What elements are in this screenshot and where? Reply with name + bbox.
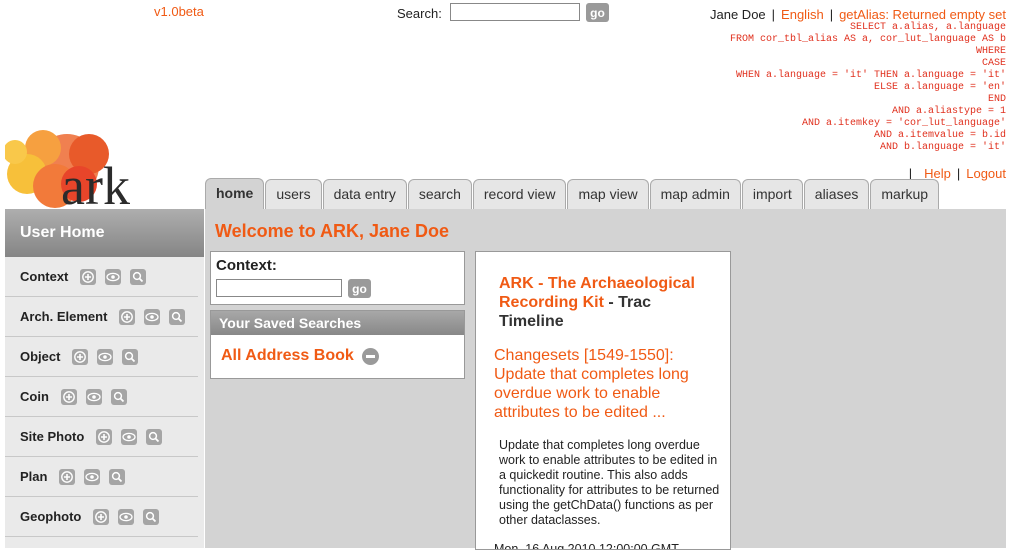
tab-aliases[interactable]: aliases <box>803 179 870 209</box>
separator: | <box>829 7 834 22</box>
tab-users[interactable]: users <box>265 179 322 209</box>
view-icon[interactable] <box>105 268 122 285</box>
saved-search-item: All Address Book <box>221 347 379 365</box>
search-icon[interactable] <box>110 388 127 405</box>
search-input[interactable] <box>450 3 580 21</box>
welcome-heading: Welcome to ARK, Jane Doe <box>215 221 450 241</box>
sidebar-item-object: Object <box>5 337 198 377</box>
add-icon[interactable] <box>59 468 76 485</box>
saved-searches-panel: Your Saved Searches All Address Book <box>210 310 465 379</box>
tab-map-view[interactable]: map view <box>567 179 649 209</box>
add-icon[interactable] <box>72 348 89 365</box>
add-icon[interactable] <box>93 508 110 525</box>
search-icon[interactable] <box>122 348 139 365</box>
sidebar-item-site-photo: Site Photo <box>5 417 198 457</box>
logout-link[interactable]: Logout <box>966 166 1006 181</box>
user-bar: Jane Doe | English | getAlias: Returned empt… <box>710 7 1006 22</box>
sidebar-item-label: Arch. Element <box>20 309 108 324</box>
context-panel: Context: go <box>210 251 465 305</box>
remove-icon[interactable] <box>361 347 379 365</box>
logo-text: ark <box>61 156 130 208</box>
sidebar-item-label: Geophoto <box>20 509 82 524</box>
add-icon[interactable] <box>80 268 97 285</box>
sidebar-item-label: Coin <box>20 389 49 404</box>
sidebar-item-arch-element: Arch. Element <box>5 297 198 337</box>
sidebar-item-label: Plan <box>20 469 48 484</box>
view-icon[interactable] <box>144 308 161 325</box>
language-link[interactable]: English <box>781 7 824 22</box>
user-name: Jane Doe <box>710 7 766 22</box>
changeset-link[interactable]: Changesets [1549-1550]: Update that comp… <box>494 346 714 422</box>
sidebar-item-plan: Plan <box>5 457 198 497</box>
context-label: Context: <box>216 257 277 274</box>
ark-logo: ark <box>3 128 195 216</box>
add-icon[interactable] <box>119 308 136 325</box>
trac-timeline-panel: ARK - The Archaeological Recording Kit -… <box>475 251 731 550</box>
tab-record-view[interactable]: record view <box>472 179 567 209</box>
trac-link[interactable]: ARK - The Archaeological Recording Kit <box>499 275 695 311</box>
search-icon[interactable] <box>146 428 163 445</box>
tab-import[interactable]: import <box>741 179 803 209</box>
search-go-button[interactable]: go <box>586 3 609 22</box>
saved-search-link[interactable]: All Address Book <box>221 347 354 365</box>
version-label: v1.0beta <box>154 4 204 19</box>
sidebar-title: User Home <box>5 209 204 257</box>
main-content: Welcome to ARK, Jane Doe Context: go You… <box>205 209 1006 550</box>
alias-message: getAlias: Returned empty set <box>839 7 1006 22</box>
main-tabs: home users data entry search record view… <box>205 178 940 209</box>
sidebar-item-label: Object <box>20 349 61 364</box>
sidebar-item-geophoto: Geophoto <box>5 497 198 537</box>
tab-markup[interactable]: markup <box>870 179 940 209</box>
context-input[interactable] <box>216 279 342 297</box>
add-icon[interactable] <box>96 428 113 445</box>
separator: | <box>956 166 961 181</box>
sql-debug-text: SELECT a.alias, a.language FROM cor_tbl_… <box>729 22 1006 153</box>
tab-home[interactable]: home <box>205 178 265 209</box>
saved-searches-title: Your Saved Searches <box>211 311 464 335</box>
sidebar-item-coin: Coin <box>5 377 198 417</box>
sidebar-item-label: Context <box>20 269 69 284</box>
search-icon[interactable] <box>130 268 147 285</box>
view-icon[interactable] <box>97 348 114 365</box>
search-icon[interactable] <box>169 308 186 325</box>
add-icon[interactable] <box>60 388 77 405</box>
separator: | <box>771 7 776 22</box>
search-label: Search: <box>397 6 442 21</box>
view-icon[interactable] <box>85 388 102 405</box>
sidebar-item-label: Site Photo <box>20 429 85 444</box>
sidebar: User Home Context Arch. Element Object C… <box>5 209 204 548</box>
tab-search[interactable]: search <box>407 179 472 209</box>
changeset-description: Update that completes long overdue work … <box>499 438 720 527</box>
view-icon[interactable] <box>121 428 138 445</box>
changeset-date: Mon, 16 Aug 2010 12:00:00 GMT <box>494 542 679 550</box>
view-icon[interactable] <box>118 508 135 525</box>
search-icon[interactable] <box>109 468 126 485</box>
sidebar-item-context: Context <box>5 257 198 297</box>
tab-data-entry[interactable]: data entry <box>322 179 407 209</box>
search-icon[interactable] <box>143 508 160 525</box>
view-icon[interactable] <box>84 468 101 485</box>
tab-map-admin[interactable]: map admin <box>649 179 741 209</box>
trac-title: ARK - The Archaeological Recording Kit -… <box>499 274 714 331</box>
context-go-button[interactable]: go <box>348 279 371 298</box>
